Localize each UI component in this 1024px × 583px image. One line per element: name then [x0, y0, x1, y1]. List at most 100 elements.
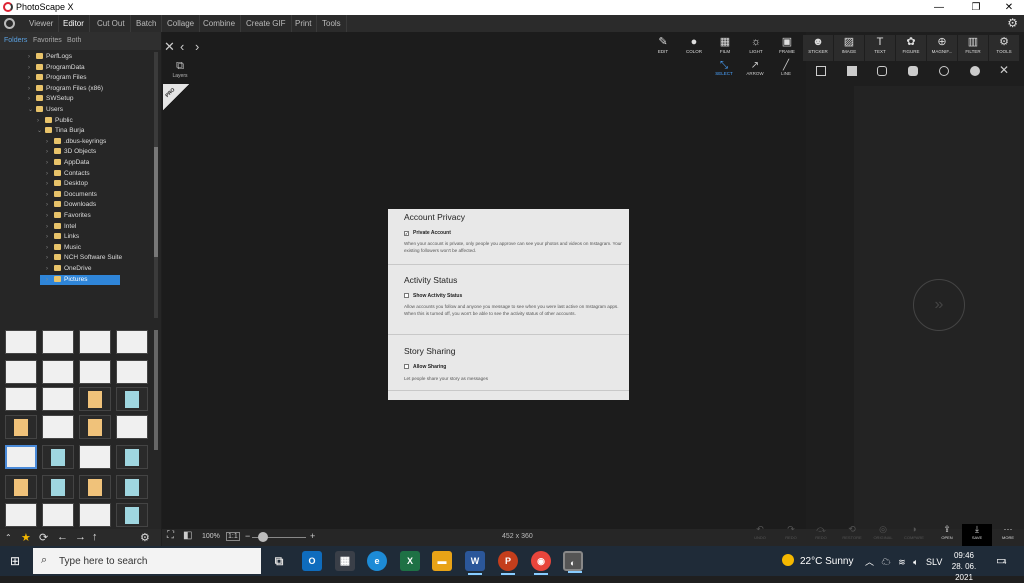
restore-button[interactable]: ⟲ RESTORE [837, 524, 867, 546]
tree-item[interactable]: › Downloads [46, 200, 96, 210]
tree-item[interactable]: ⌄ Tina Burja [37, 126, 84, 136]
chevron-right-icon[interactable]: › [46, 147, 54, 157]
image-thumbnail[interactable] [116, 330, 148, 354]
tab-folders[interactable]: Folders [4, 37, 27, 44]
minimize-button[interactable]: — [924, 0, 954, 15]
close-options-icon[interactable]: ✕ [999, 63, 1009, 77]
tree-item[interactable]: › Links [46, 232, 79, 242]
tab-sticker[interactable]: ☻ STICKER [803, 35, 833, 61]
chevron-right-icon[interactable]: › [46, 253, 54, 263]
tree-item[interactable]: › OneDrive [46, 264, 91, 274]
chevron-right-icon[interactable]: › [37, 116, 45, 126]
tree-item[interactable]: › 3D Objects [46, 147, 96, 157]
image-thumbnail[interactable] [79, 445, 111, 469]
excel-icon[interactable]: X [400, 551, 420, 571]
powerpoint-icon[interactable]: P [498, 551, 518, 575]
tree-item[interactable]: › Pictures [40, 274, 120, 285]
menu-item-combine[interactable]: Combine [198, 15, 242, 32]
next-arrow-circle-icon[interactable]: » [913, 279, 965, 331]
chevron-right-icon[interactable]: › [46, 200, 54, 210]
image-thumbnail[interactable] [116, 415, 148, 439]
image-thumbnail[interactable] [42, 330, 74, 354]
chevron-right-icon[interactable]: › [28, 94, 36, 104]
zoom-slider-knob[interactable] [258, 532, 268, 542]
tab-color[interactable]: ● COLOR [679, 35, 709, 61]
tab-filter[interactable]: ▥ FILTER [958, 35, 988, 61]
image-thumbnail[interactable] [79, 475, 111, 499]
zoom-level[interactable]: 100% [202, 533, 220, 540]
layers-button[interactable]: ⧉ Layers [170, 60, 190, 79]
chevron-right-icon[interactable]: › [46, 264, 54, 274]
tree-item[interactable]: › Intel [46, 222, 76, 232]
back-arrow-icon[interactable]: ← [57, 531, 68, 543]
menu-item-batch[interactable]: Batch [131, 15, 163, 32]
language-indicator[interactable]: SLV [926, 557, 942, 567]
close-editor-icon[interactable]: ✕ [164, 39, 175, 55]
zoom-out-button[interactable]: − [245, 531, 250, 541]
volume-icon[interactable]: 🔈︎ [913, 557, 918, 567]
undo-button[interactable]: ↶ UNDO [745, 524, 775, 546]
star-icon[interactable]: ★ [21, 531, 31, 544]
menu-item-collage[interactable]: Collage [162, 15, 201, 32]
image-thumbnail[interactable] [5, 387, 37, 411]
redo-button[interactable]: ⤼ REDO [806, 524, 836, 546]
zoom-in-button[interactable]: + [310, 531, 315, 541]
tree-item[interactable]: › AppData [46, 158, 89, 168]
tab-frame[interactable]: ▣ FRAME [772, 35, 802, 61]
menu-item-viewer[interactable]: Viewer [24, 15, 60, 32]
image-thumbnail[interactable] [116, 475, 148, 499]
image-thumbnail[interactable] [5, 475, 37, 499]
taskbar-search-box[interactable]: ⌕ Type here to search [33, 548, 261, 574]
image-thumbnail[interactable] [79, 387, 111, 411]
chevron-right-icon[interactable]: › [28, 52, 36, 62]
tab-edit[interactable]: ✎ EDIT [648, 35, 678, 61]
circle-outline-shape-icon[interactable] [939, 66, 949, 76]
windows-start-icon[interactable]: ⊞ [0, 546, 30, 576]
image-thumbnail[interactable] [79, 503, 111, 527]
network-icon[interactable]: ☁ [882, 557, 891, 567]
next-image-icon[interactable]: › [195, 39, 199, 54]
image-thumbnail[interactable] [42, 387, 74, 411]
microsoft-store-icon[interactable]: ▦ [335, 551, 355, 571]
app-menu-icon[interactable] [4, 18, 15, 29]
image-thumbnail[interactable] [116, 445, 148, 469]
fit-screen-icon[interactable]: ⛶ [167, 530, 174, 541]
tab-both[interactable]: Both [67, 37, 81, 44]
forward-arrow-icon[interactable]: → [75, 531, 86, 543]
image-thumbnail[interactable] [116, 503, 148, 527]
chevron-right-icon[interactable]: › [46, 275, 54, 285]
tab-magnif[interactable]: ⊕ MAGNIF... [927, 35, 957, 61]
chevron-up-icon[interactable]: ⌃ [5, 533, 12, 542]
chevron-down-icon[interactable]: ⌄ [37, 126, 45, 136]
tree-item[interactable]: › Contacts [46, 169, 90, 179]
file-explorer-icon[interactable]: ▬ [432, 551, 452, 571]
tab-text[interactable]: T TEXT [865, 35, 895, 61]
image-thumbnail[interactable] [42, 503, 74, 527]
tab-tools[interactable]: ⚙ TOOLS [989, 35, 1019, 61]
image-thumbnail[interactable] [5, 503, 37, 527]
refresh-icon[interactable]: ⟳ [39, 531, 48, 544]
chevron-right-icon[interactable]: › [46, 243, 54, 253]
chevron-right-icon[interactable]: › [46, 211, 54, 221]
chevron-right-icon[interactable]: › [46, 232, 54, 242]
actual-size-button[interactable]: 1:1 [226, 532, 240, 541]
notification-center-icon[interactable]: ▭ 4 [996, 554, 1006, 567]
menu-item-print[interactable]: Print [290, 15, 318, 32]
wifi-icon[interactable]: ≋ [898, 557, 906, 567]
photoscape-taskbar-icon[interactable]: ◐ [563, 551, 583, 573]
compare-button[interactable]: ◑ COMPARE [899, 524, 929, 546]
tree-item[interactable]: › NCH Software Suite [46, 253, 122, 263]
previous-image-icon[interactable]: ‹ [180, 39, 184, 54]
square-outline-shape-icon[interactable] [816, 66, 826, 76]
thumbnail-scrollbar-thumb[interactable] [154, 330, 158, 450]
original-button[interactable]: ◎ ORIGINAL [868, 524, 898, 546]
chevron-right-icon[interactable]: › [46, 179, 54, 189]
image-thumbnail[interactable] [79, 360, 111, 384]
tab-figure[interactable]: ✿ FIGURE [896, 35, 926, 61]
tree-item[interactable]: › Desktop [46, 179, 88, 189]
more-button[interactable]: ··· MORE [993, 524, 1023, 546]
chevron-right-icon[interactable]: › [46, 222, 54, 232]
image-thumbnail[interactable] [42, 475, 74, 499]
settings-gear-icon[interactable]: ⚙ [1007, 16, 1018, 30]
image-thumbnail[interactable] [5, 415, 37, 439]
